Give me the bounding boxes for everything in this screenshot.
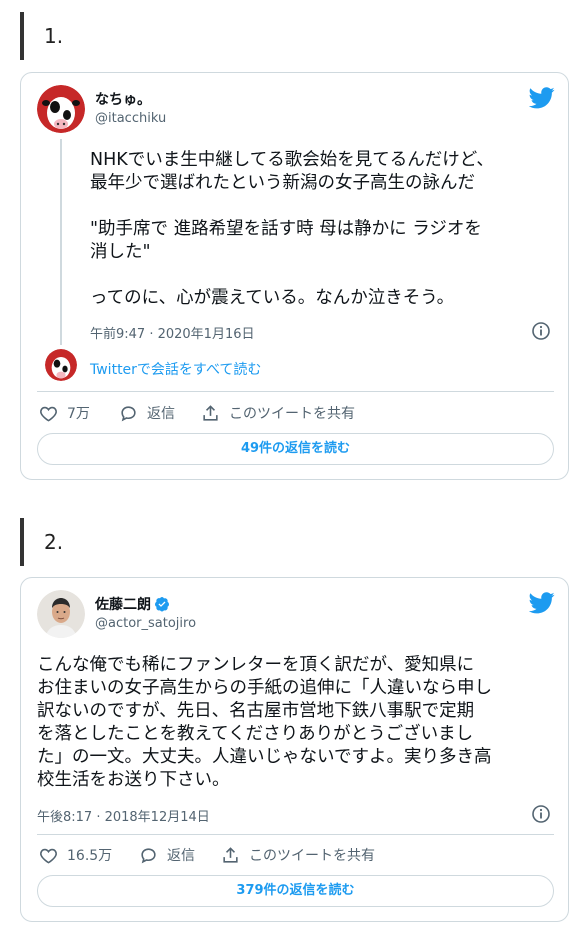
info-icon[interactable] xyxy=(531,321,551,341)
tweet-card-1[interactable]: なちゅ。 @itacchiku NHKでいま生中継してる歌会始を見てるんだけど、… xyxy=(20,72,569,480)
tweet-timestamp[interactable]: 午前9:47 · 2020年1月16日 xyxy=(90,323,255,342)
divider xyxy=(37,391,554,392)
section-number-1: 1. xyxy=(20,12,560,60)
avatar-small[interactable] xyxy=(45,349,77,381)
tweet-text: NHKでいま生中継してる歌会始を見てるんだけど、 最年少で選ばれたという新潟の女… xyxy=(90,150,494,308)
user-handle[interactable]: @actor_satojiro xyxy=(95,616,196,631)
thread-line xyxy=(60,139,62,345)
reply-label: 返信 xyxy=(147,406,175,422)
tweet-card-2[interactable]: 佐藤二朗 @actor_satojiro こんな俺でも稀にファンレターを頂く訳だ… xyxy=(20,577,569,922)
twitter-bird-icon[interactable] xyxy=(528,592,555,614)
share-button[interactable]: このツイートを共有 xyxy=(221,845,375,865)
like-button[interactable]: 16.5万 xyxy=(39,845,112,865)
share-label: このツイートを共有 xyxy=(249,848,375,864)
info-icon[interactable] xyxy=(531,804,551,824)
reply-label: 返信 xyxy=(167,848,195,864)
share-icon xyxy=(203,404,218,421)
user-handle[interactable]: @itacchiku xyxy=(95,111,166,126)
avatar[interactable] xyxy=(37,590,85,638)
section-number-2: 2. xyxy=(20,518,560,566)
share-label: このツイートを共有 xyxy=(229,406,355,422)
twitter-bird-icon[interactable] xyxy=(528,87,555,109)
display-name[interactable]: なちゅ。 xyxy=(95,89,151,109)
reply-icon xyxy=(121,405,136,421)
tweet-text: こんな俺でも稀にファンレターを頂く訳だが、愛知県に お住まいの女子高生からの手紙… xyxy=(37,655,492,790)
divider xyxy=(37,834,554,835)
verified-badge-icon xyxy=(155,597,169,612)
display-name[interactable]: 佐藤二朗 xyxy=(95,594,151,614)
reply-button[interactable]: 返信 xyxy=(139,845,195,865)
read-thread-link[interactable]: Twitterで会話をすべて読む xyxy=(90,359,261,379)
tweet-timestamp[interactable]: 午後8:17 · 2018年12月14日 xyxy=(37,806,210,825)
heart-icon xyxy=(40,848,57,864)
read-replies-button[interactable]: 49件の返信を読む xyxy=(37,433,554,465)
like-count: 7万 xyxy=(67,406,90,422)
like-count: 16.5万 xyxy=(67,848,113,864)
like-button[interactable]: 7万 xyxy=(39,403,90,423)
read-replies-button[interactable]: 379件の返信を読む xyxy=(37,875,554,907)
avatar[interactable] xyxy=(37,85,85,133)
reply-icon xyxy=(141,847,156,863)
share-button[interactable]: このツイートを共有 xyxy=(201,403,355,423)
heart-icon xyxy=(40,406,57,422)
reply-button[interactable]: 返信 xyxy=(119,403,175,423)
share-icon xyxy=(223,846,238,863)
display-name-row[interactable]: 佐藤二朗 xyxy=(95,594,170,614)
